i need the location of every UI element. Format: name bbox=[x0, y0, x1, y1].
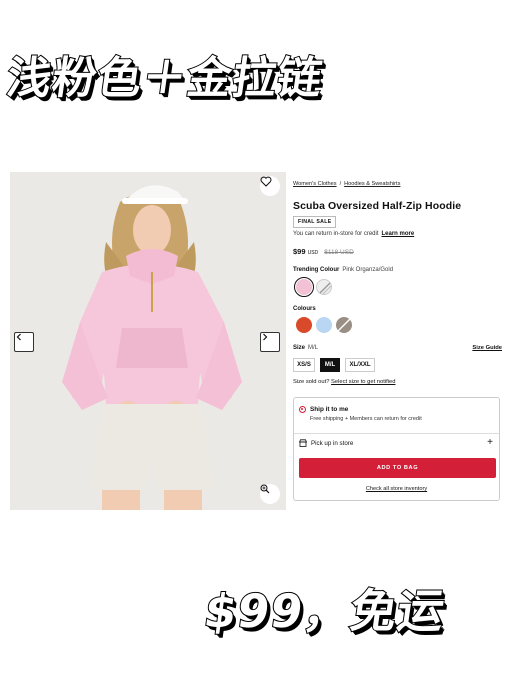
plus-icon[interactable]: + bbox=[487, 437, 493, 448]
breadcrumb-item-hoodies[interactable]: Hoodies & Sweatshirts bbox=[344, 181, 400, 187]
final-sale-badge: FINAL SALE bbox=[293, 216, 337, 228]
chevron-left-icon bbox=[16, 333, 21, 341]
size-title: Size bbox=[293, 345, 306, 351]
swatch-taupe[interactable] bbox=[336, 317, 352, 333]
swatch-pink-organza[interactable] bbox=[294, 277, 314, 297]
ship-subtitle: Free shipping + Members can return for c… bbox=[310, 416, 422, 422]
return-note-text: You can return in-store for credit bbox=[293, 231, 379, 237]
breadcrumb-separator: / bbox=[339, 181, 342, 187]
heart-icon bbox=[260, 176, 272, 187]
swatch-light-blue[interactable] bbox=[316, 317, 332, 333]
size-sold-out-note: Size sold out? Select size to get notifi… bbox=[293, 379, 396, 385]
swatch-pattern[interactable] bbox=[316, 279, 332, 295]
size-guide-link[interactable]: Size Guide bbox=[472, 345, 502, 351]
size-value: M/L bbox=[308, 345, 319, 351]
store-inventory-link[interactable]: Check all store inventory bbox=[294, 486, 499, 492]
product-info-panel: Women's Clothes / Hoodies & Sweatshirts … bbox=[293, 172, 504, 510]
product-photo bbox=[10, 172, 286, 510]
size-sold-out-text: Size sold out? bbox=[293, 379, 330, 385]
notify-link[interactable]: Select size to get notified bbox=[331, 379, 395, 385]
pickup-option[interactable]: Pick up in store bbox=[299, 439, 353, 447]
add-to-bag-button[interactable]: ADD TO BAG bbox=[299, 458, 496, 478]
size-option-xl-xxl[interactable]: XL/XXL bbox=[345, 358, 375, 372]
swatch-pattern-icon bbox=[319, 282, 332, 295]
trending-colour-value: Pink Organza/Gold bbox=[342, 267, 394, 273]
pickup-label: Pick up in store bbox=[311, 439, 354, 447]
product-page-screenshot: Women's Clothes / Hoodies & Sweatshirts … bbox=[10, 172, 504, 510]
learn-more-link[interactable]: Learn more bbox=[382, 231, 415, 237]
original-price: $118 USD bbox=[324, 249, 354, 256]
fulfilment-box: Ship it to me Free shipping + Members ca… bbox=[293, 397, 500, 501]
breadcrumb-item-womens-clothes[interactable]: Women's Clothes bbox=[293, 181, 337, 187]
chevron-right-icon bbox=[263, 333, 268, 341]
previous-image-button[interactable] bbox=[14, 332, 34, 352]
caption-bottom: $99，免运 bbox=[200, 583, 450, 639]
trending-colour-title: Trending Colour bbox=[293, 267, 340, 273]
sold-out-slash-icon bbox=[337, 318, 351, 332]
store-icon bbox=[299, 439, 307, 447]
price-currency: USD bbox=[307, 250, 319, 256]
size-option-m-l[interactable]: M/L bbox=[320, 358, 340, 372]
sale-price: $99 bbox=[293, 247, 306, 256]
trending-colour-label: Trending Colour Pink Organza/Gold bbox=[293, 267, 393, 273]
zoom-icon bbox=[260, 484, 270, 494]
swatch-orange[interactable] bbox=[296, 317, 312, 333]
size-label: Size M/L bbox=[293, 345, 318, 351]
ship-title: Ship it to me bbox=[310, 406, 349, 413]
zoom-button[interactable] bbox=[260, 484, 280, 504]
next-image-button[interactable] bbox=[260, 332, 280, 352]
favorite-button[interactable] bbox=[260, 176, 280, 196]
product-gallery bbox=[10, 172, 286, 510]
return-note: You can return in-store for credit Learn … bbox=[293, 231, 414, 237]
caption-top: 浅粉色＋金拉链 bbox=[3, 52, 327, 105]
divider bbox=[294, 433, 499, 434]
size-option-xs-s[interactable]: XS/S bbox=[293, 358, 315, 372]
ship-radio[interactable] bbox=[299, 406, 306, 413]
colours-label: Colours bbox=[293, 306, 316, 312]
breadcrumb: Women's Clothes / Hoodies & Sweatshirts bbox=[293, 181, 400, 187]
product-title: Scuba Oversized Half-Zip Hoodie bbox=[293, 200, 462, 212]
price: $99 USD $118 USD bbox=[293, 247, 354, 256]
